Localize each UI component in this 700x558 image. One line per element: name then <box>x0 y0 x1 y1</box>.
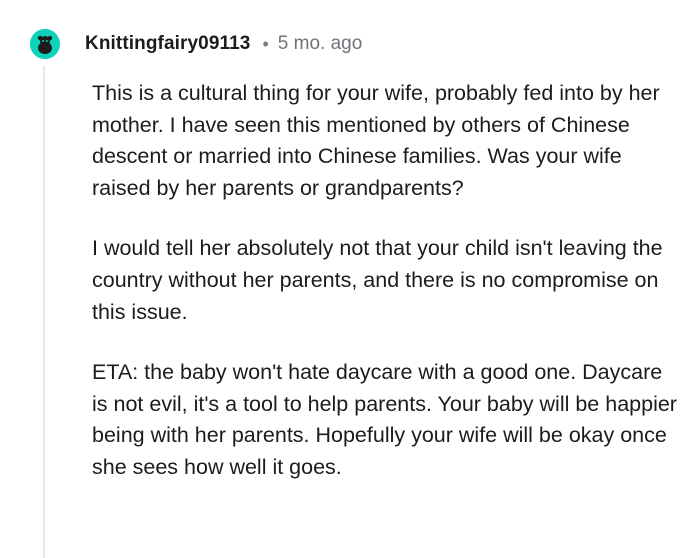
separator-dot: • <box>262 33 269 54</box>
snoo-avatar-icon <box>30 29 60 59</box>
comment-paragraph: I would tell her absolutely not that you… <box>92 236 663 324</box>
comment-header: Knittingfairy09113 • 5 mo. ago <box>85 31 362 57</box>
user-avatar[interactable] <box>30 29 60 59</box>
comment-body: This is a cultural thing for your wife, … <box>92 78 682 513</box>
username-link[interactable]: Knittingfairy09113 <box>85 33 250 55</box>
comment-paragraph: ETA: the baby won't hate daycare with a … <box>92 360 677 479</box>
thread-collapse-line[interactable] <box>43 66 45 558</box>
comment-timestamp[interactable]: 5 mo. ago <box>278 33 363 55</box>
comment-paragraph: This is a cultural thing for your wife, … <box>92 81 660 200</box>
